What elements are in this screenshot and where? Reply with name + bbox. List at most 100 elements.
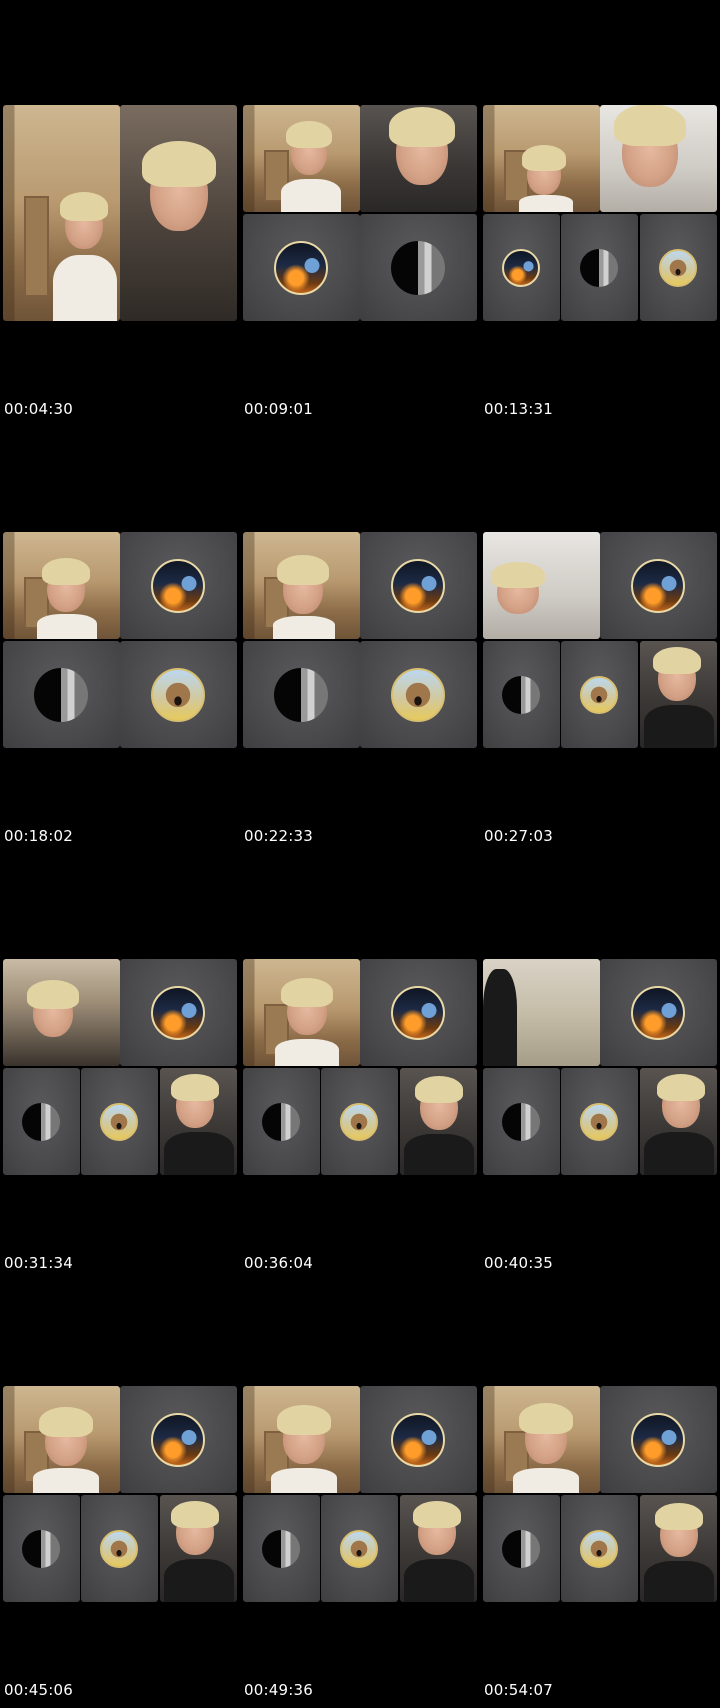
video-tile-camera [483,959,600,1066]
participant-face [277,555,329,614]
video-tile-avatar [243,1495,320,1602]
video-tile-avatar [120,641,237,748]
timestamp: 00:54:07 [484,1681,553,1699]
participant-face [281,978,333,1035]
video-tile-avatar [360,532,477,639]
video-tile-avatar [561,1068,638,1175]
thumbnail-10[interactable] [3,1386,237,1602]
dog-avatar-icon [100,1103,138,1141]
participant-face [519,1402,573,1464]
video-tile-avatar [243,1068,320,1175]
fire-avatar-icon [502,249,540,287]
moon-face-avatar-icon [580,249,618,287]
participant-face [59,192,109,249]
video-tile-avatar [600,532,717,639]
video-tile-camera [3,1386,120,1493]
moon-face-avatar-icon [262,1530,300,1568]
video-tile-participant [640,641,717,748]
video-tile-avatar [120,532,237,639]
thumbnail-7[interactable] [3,959,237,1175]
participant-shirt [519,195,573,212]
video-tile-avatar [243,214,360,321]
video-tile-avatar [3,1495,80,1602]
video-tile-camera [483,532,600,639]
thumbnail-4[interactable] [3,532,237,748]
participant-face [39,1407,93,1466]
participant-face [41,557,91,612]
participant-face [654,1502,704,1557]
video-tile-avatar [120,959,237,1066]
thumbnail-11[interactable] [243,1386,477,1602]
moon-face-avatar-icon [391,241,445,295]
video-tile-camera [243,105,360,212]
dog-avatar-icon [391,668,445,722]
participant-shirt [275,1039,339,1066]
video-tile-avatar [640,214,717,321]
timestamp: 00:22:33 [244,827,313,845]
thumbnail-3[interactable] [483,105,717,321]
timestamp: 00:27:03 [484,827,553,845]
fire-avatar-icon [151,1413,205,1467]
participant-face [285,120,333,175]
video-tile-avatar [360,641,477,748]
video-tile-participant [600,105,717,212]
thumbnail-2[interactable] [243,105,477,321]
moon-face-avatar-icon [34,668,88,722]
timestamp: 00:09:01 [244,400,313,418]
video-tile-participant [160,1495,237,1602]
fire-avatar-icon [391,559,445,613]
thumbnail-1[interactable] [3,105,237,321]
video-tile-avatar [321,1495,398,1602]
fire-avatar-icon [274,241,328,295]
participant-shirt [53,255,117,321]
video-tile-avatar [321,1068,398,1175]
video-tile-avatar [81,1495,158,1602]
fire-avatar-icon [391,986,445,1040]
timestamp: 00:18:02 [4,827,73,845]
moon-face-avatar-icon [502,676,540,714]
timestamp: 00:04:30 [4,400,73,418]
dog-avatar-icon [340,1103,378,1141]
video-tile-camera [3,105,120,321]
dog-avatar-icon [100,1530,138,1568]
video-tile-avatar [243,641,360,748]
participant-shirt [37,614,97,639]
timestamp: 00:40:35 [484,1254,553,1272]
timestamp: 00:36:04 [244,1254,313,1272]
video-tile-participant [120,105,237,321]
video-tile-camera [243,532,360,639]
thumbnail-6[interactable] [483,532,717,748]
participant-face [522,145,566,195]
video-tile-camera [243,1386,360,1493]
thumbnail-5[interactable] [243,532,477,748]
moon-face-avatar-icon [22,1103,60,1141]
moon-face-avatar-icon [262,1103,300,1141]
fire-avatar-icon [631,986,685,1040]
timestamp: 00:45:06 [4,1681,73,1699]
thumbnail-9[interactable] [483,959,717,1175]
video-tile-participant [640,1068,717,1175]
fire-avatar-icon [391,1413,445,1467]
participant-face [388,107,456,185]
timestamp: 00:49:36 [244,1681,313,1699]
participant-shirt [164,1132,234,1175]
video-tile-camera [483,1386,600,1493]
participant-shirt [273,616,335,639]
fire-avatar-icon [631,1413,685,1467]
dog-avatar-icon [580,1530,618,1568]
video-tile-avatar [561,214,638,321]
participant-face [614,105,686,187]
video-tile-avatar [600,1386,717,1493]
participant-face [277,1405,331,1464]
thumbnail-12[interactable] [483,1386,717,1602]
video-tile-avatar [81,1068,158,1175]
video-tile-camera [3,532,120,639]
video-tile-avatar [561,641,638,748]
participant-shirt [483,969,517,1066]
video-tile-avatar [483,214,560,321]
moon-face-avatar-icon [502,1103,540,1141]
thumbnail-8[interactable] [243,959,477,1175]
video-tile-camera [3,959,120,1066]
video-tile-avatar [360,1386,477,1493]
video-tile-participant [160,1068,237,1175]
